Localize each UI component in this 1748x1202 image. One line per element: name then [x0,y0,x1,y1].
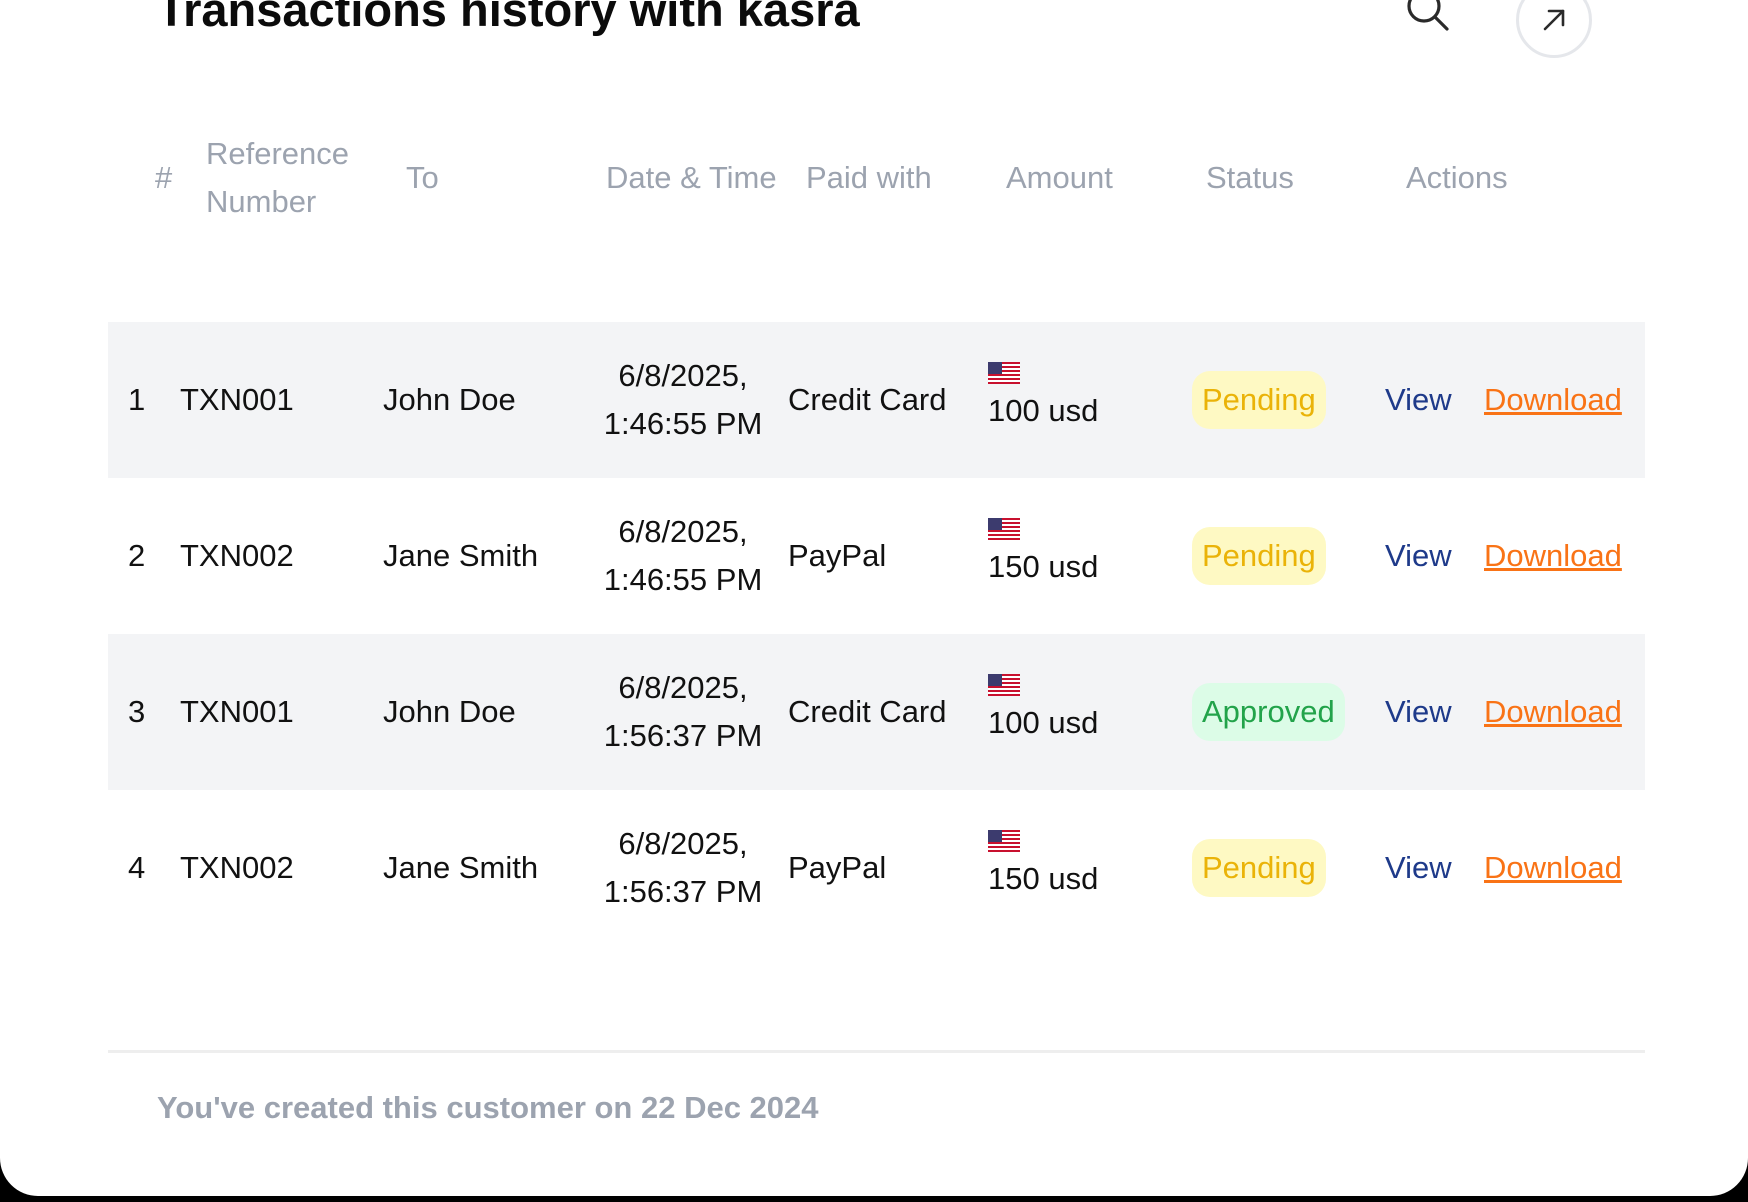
column-header-reference: Reference Number [206,130,349,226]
row-index: 2 [128,538,146,573]
row-datetime: 6/8/2025, 1:46:55 PM [590,352,776,448]
row-index: 3 [128,694,146,729]
row-recipient: Jane Smith [383,850,539,885]
us-flag-icon [988,518,1020,540]
page-title: Transactions history with kasra [157,0,860,36]
search-icon [1407,0,1449,31]
status-badge: Pending [1192,371,1326,429]
column-header-status: Status [1206,160,1294,195]
open-full-view-button[interactable] [1516,0,1592,58]
footer-divider [108,1050,1645,1053]
row-amount: 150 usd [988,549,1099,584]
column-header-amount: Amount [1006,160,1113,195]
row-time: 1:46:55 PM [603,562,763,597]
table-row: 1 TXN001 John Doe 6/8/2025, 1:46:55 PM C… [108,322,1645,478]
row-recipient: John Doe [383,694,516,729]
view-link[interactable]: View [1385,376,1452,424]
status-badge: Pending [1192,839,1326,897]
table-row: 2 TXN002 Jane Smith 6/8/2025, 1:46:55 PM… [108,478,1645,634]
row-index: 4 [128,850,146,885]
row-payment-method: PayPal [788,850,887,885]
column-header-reference-line2: Number [206,184,317,219]
table-row: 4 TXN002 Jane Smith 6/8/2025, 1:56:37 PM… [108,790,1645,946]
download-link[interactable]: Download [1484,532,1622,580]
customer-created-note: You've created this customer on 22 Dec 2… [157,1090,819,1125]
transactions-card: Transactions history with kasra # Refere… [0,0,1748,1196]
view-link[interactable]: View [1385,844,1452,892]
row-recipient: John Doe [383,382,516,417]
column-header-reference-line1: Reference [206,136,350,171]
row-amount: 150 usd [988,861,1099,896]
row-reference: TXN002 [180,850,294,885]
row-reference: TXN001 [180,694,294,729]
row-payment-method: Credit Card [788,694,947,729]
column-header-to: To [406,160,439,195]
row-date: 6/8/2025, [618,670,748,705]
column-header-datetime: Date & Time [606,160,777,195]
column-header-actions: Actions [1406,160,1508,195]
row-reference: TXN002 [180,538,294,573]
column-header-index: # [155,160,173,195]
row-date: 6/8/2025, [618,358,748,393]
row-index: 1 [128,382,146,417]
row-payment-method: Credit Card [788,382,947,417]
us-flag-icon [988,674,1020,696]
download-link[interactable]: Download [1484,844,1622,892]
view-link[interactable]: View [1385,688,1452,736]
row-payment-method: PayPal [788,538,887,573]
row-datetime: 6/8/2025, 1:56:37 PM [590,820,776,916]
view-link[interactable]: View [1385,532,1452,580]
search-button[interactable] [1402,0,1454,36]
us-flag-icon [988,362,1020,384]
row-reference: TXN001 [180,382,294,417]
row-datetime: 6/8/2025, 1:46:55 PM [590,508,776,604]
download-link[interactable]: Download [1484,688,1622,736]
status-badge: Pending [1192,527,1326,585]
table-row: 3 TXN001 John Doe 6/8/2025, 1:56:37 PM C… [108,634,1645,790]
column-header-paid-with: Paid with [806,160,932,195]
row-date: 6/8/2025, [618,826,748,861]
row-amount: 100 usd [988,393,1099,428]
row-datetime: 6/8/2025, 1:56:37 PM [590,664,776,760]
row-recipient: Jane Smith [383,538,539,573]
row-time: 1:56:37 PM [603,874,763,909]
download-link[interactable]: Download [1484,376,1622,424]
arrow-up-right-icon [1543,9,1565,31]
row-date: 6/8/2025, [618,514,748,549]
status-badge: Approved [1192,683,1345,741]
us-flag-icon [988,830,1020,852]
row-time: 1:56:37 PM [603,718,763,753]
row-time: 1:46:55 PM [603,406,763,441]
row-amount: 100 usd [988,705,1099,740]
